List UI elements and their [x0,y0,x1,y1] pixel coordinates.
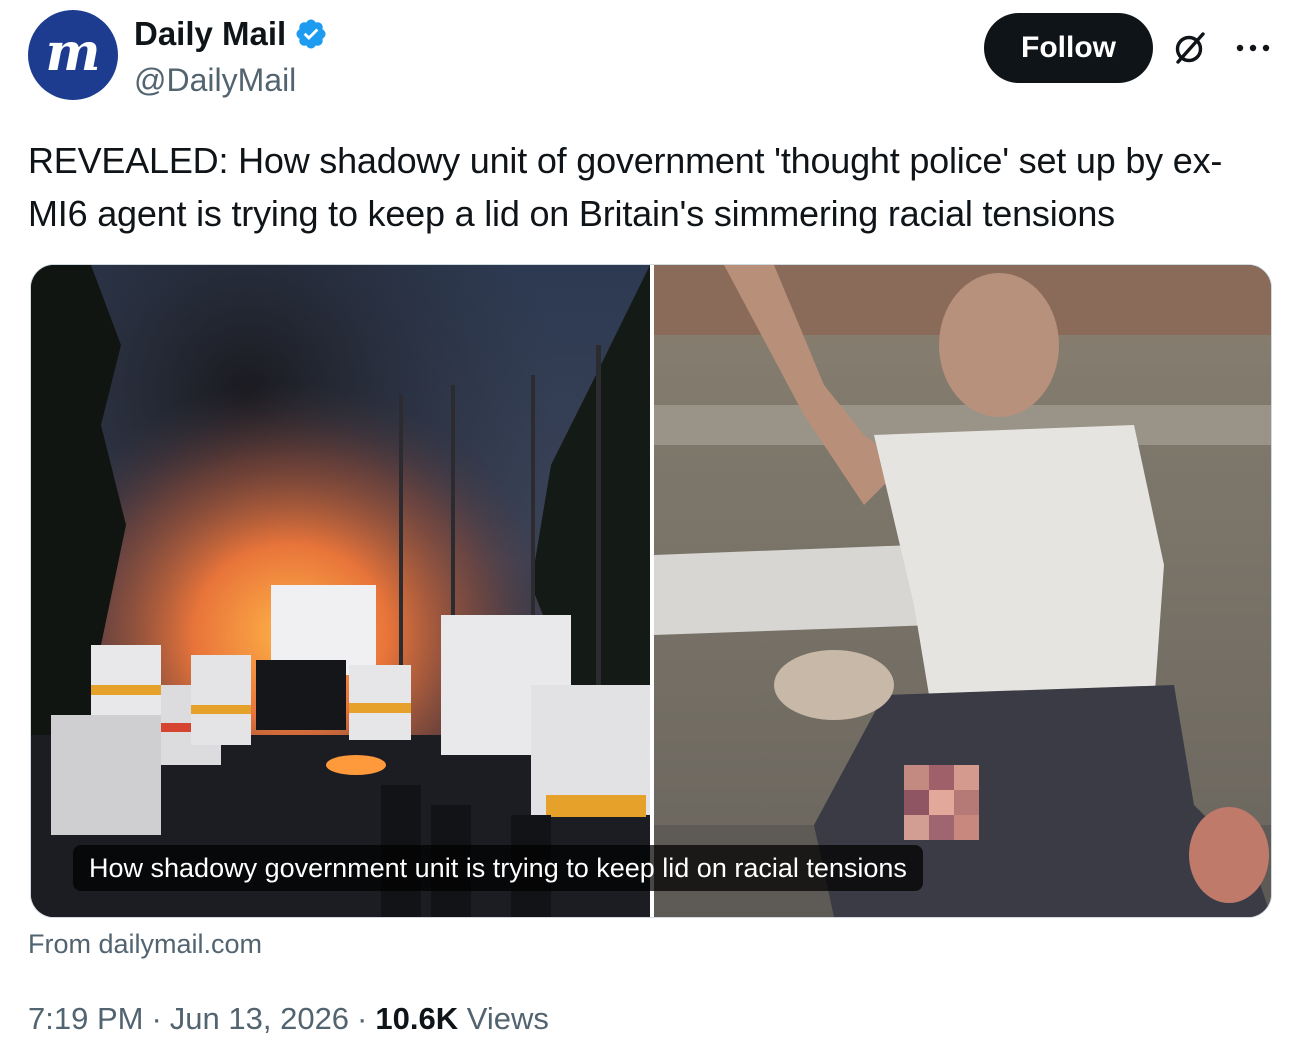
separator-dot: · [151,1001,162,1036]
tweet-meta: 7:19 PM · Jun 13, 2026 · 10.6K Views [28,998,549,1040]
tweet-text: REVEALED: How shadowy unit of government… [28,140,1223,234]
link-source[interactable]: From dailymail.com [28,924,262,964]
more-icon[interactable] [1233,30,1273,66]
man-raised-arm-image [654,265,1271,917]
separator-dot: · [357,1001,368,1036]
views-count: 10.6K [375,1001,459,1036]
verified-badge-icon [296,19,326,49]
grok-icon[interactable] [1170,28,1210,68]
views-label: Views [466,1001,549,1036]
tweet-time[interactable]: 7:19 PM [28,1001,143,1036]
link-card[interactable]: How shadowy government unit is trying to… [30,264,1272,918]
display-name[interactable]: Daily Mail [134,14,286,54]
avatar[interactable]: m [28,10,118,100]
follow-button[interactable]: Follow [984,13,1153,83]
riot-scene-image [31,265,650,917]
avatar-logo: m [45,22,101,83]
account-handle[interactable]: @DailyMail [134,60,296,100]
card-caption: How shadowy government unit is trying to… [73,845,923,891]
account-name-row: Daily Mail [134,14,328,54]
tweet-date[interactable]: Jun 13, 2026 [170,1001,349,1036]
